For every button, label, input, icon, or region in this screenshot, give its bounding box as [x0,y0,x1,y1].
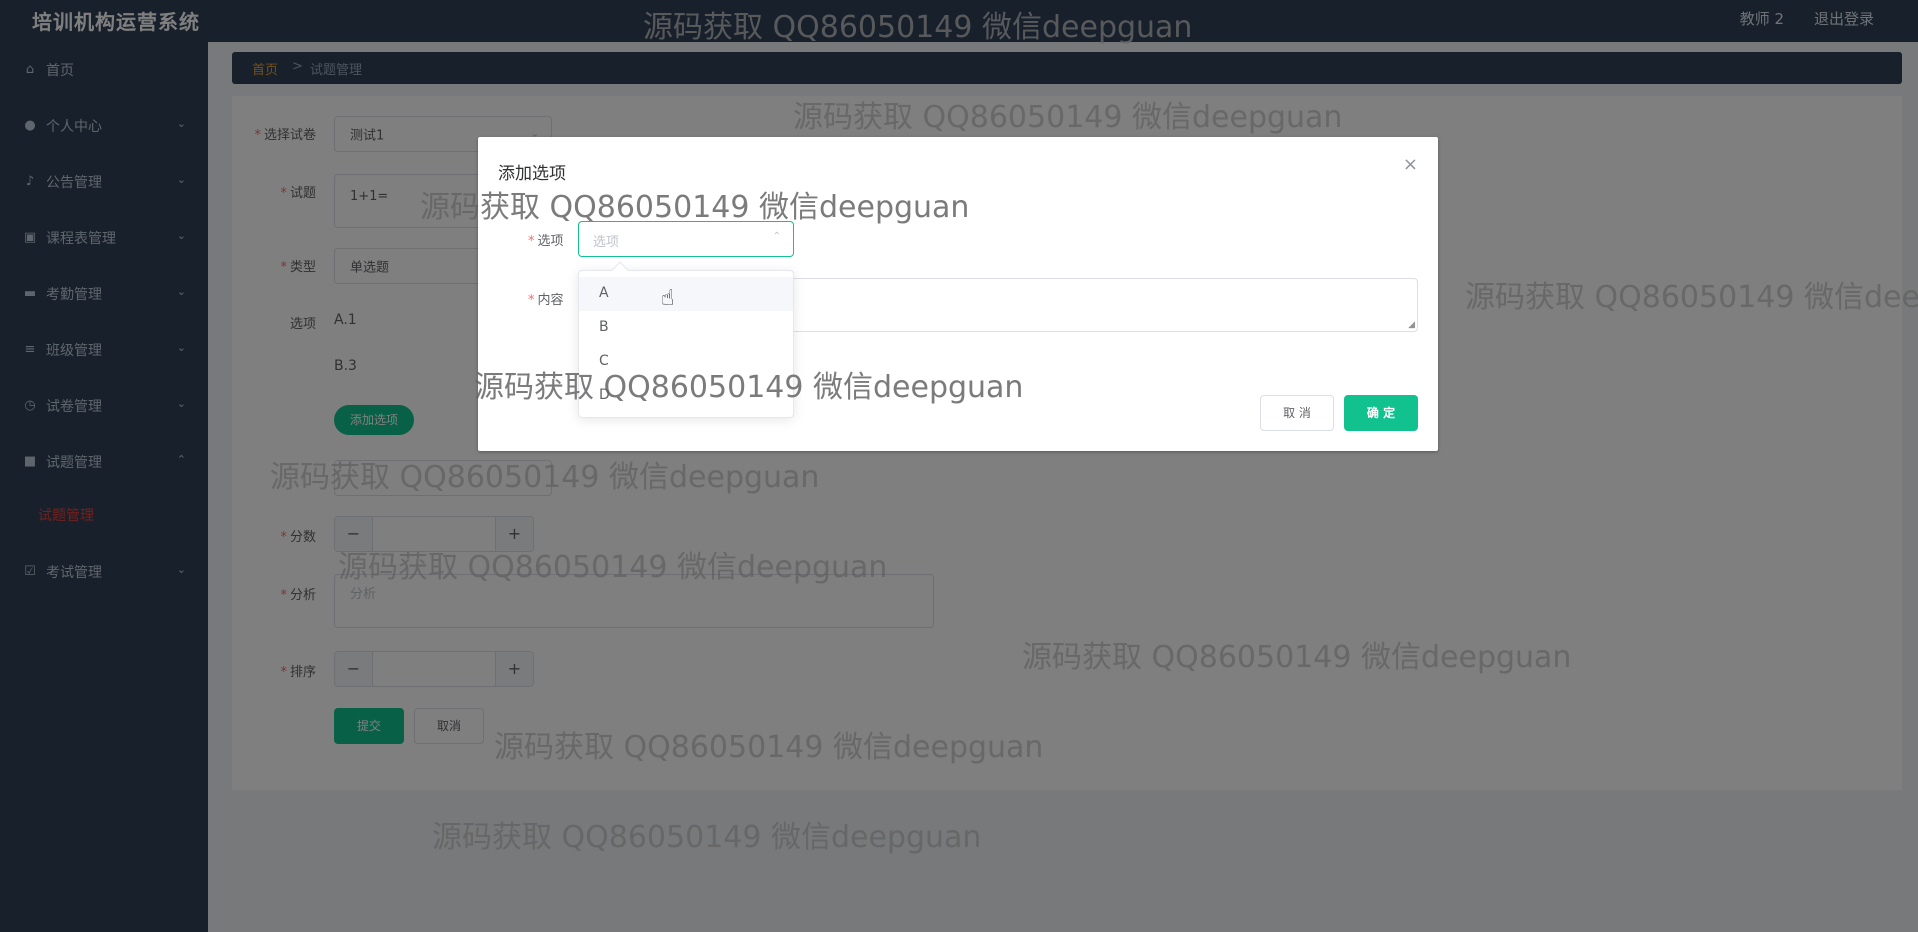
close-icon[interactable]: × [1403,154,1418,175]
option-dropdown: A B C D [578,261,794,418]
dialog-title: 添加选项 [498,164,566,184]
chevron-up-icon: ⌃ [772,231,781,242]
dropdown-item-b[interactable]: B [579,311,793,345]
dialog-option-placeholder: 选项 [593,235,620,250]
dropdown-item-d[interactable]: D [579,379,793,413]
resize-handle-icon[interactable]: ◢ [1408,320,1415,330]
dialog-option-label: * 选项 [528,234,564,249]
dialog-confirm-button[interactable]: 确 定 [1344,395,1418,431]
dropdown-item-a[interactable]: A [579,277,793,311]
dialog-option-select[interactable]: 选项 ⌃ [578,221,794,257]
hand-cursor-icon: ☝ [661,286,675,311]
dropdown-item-c[interactable]: C [579,345,793,379]
dialog-content-label: * 内容 [528,293,564,308]
dialog-cancel-button[interactable]: 取 消 [1260,395,1334,431]
